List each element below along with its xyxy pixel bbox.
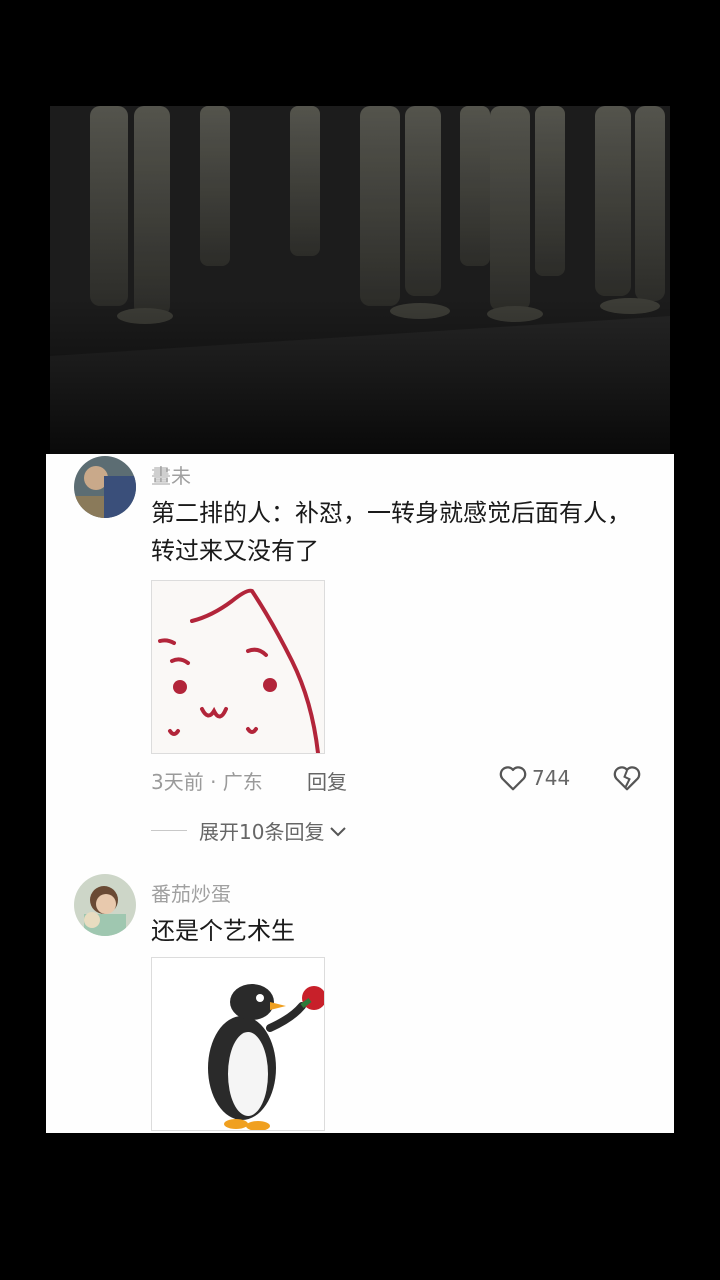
dislike-button[interactable] (612, 764, 642, 796)
comment-text: 还是个艺术生 (151, 917, 295, 945)
penguin-flower-sticker[interactable] (151, 957, 325, 1131)
penguin-icon (152, 958, 324, 1130)
soldiers-video-image (50, 106, 670, 454)
divider (151, 830, 187, 831)
cat-face-sticker[interactable] (151, 580, 325, 754)
like-button[interactable]: 744 (498, 764, 570, 792)
avatar[interactable] (74, 456, 136, 518)
like-count: 744 (532, 766, 571, 790)
time-location: 3天前 · 广东 (151, 770, 263, 794)
expand-replies-button[interactable]: 展开10条回复 (151, 816, 348, 845)
comment-panel: 畫未 第二排的人：补怼，一转身就感觉后面有人，转过来又没有了 3天前 · 广东 … (46, 454, 674, 1133)
comment-text: 第二排的人：补怼，一转身就感觉后面有人，转过来又没有了 (151, 499, 631, 565)
video-frame[interactable] (50, 106, 670, 454)
chevron-down-icon (330, 826, 347, 836)
reply-button[interactable]: 回复 (307, 766, 347, 795)
username[interactable]: 畫未 (151, 460, 191, 489)
broken-heart-icon (613, 766, 641, 791)
cat-face-icon (152, 581, 324, 753)
expand-replies-label: 展开10条回复 (199, 820, 325, 844)
username[interactable]: 番茄炒蛋 (151, 878, 231, 907)
heart-icon (499, 766, 527, 791)
avatar[interactable] (74, 874, 136, 936)
